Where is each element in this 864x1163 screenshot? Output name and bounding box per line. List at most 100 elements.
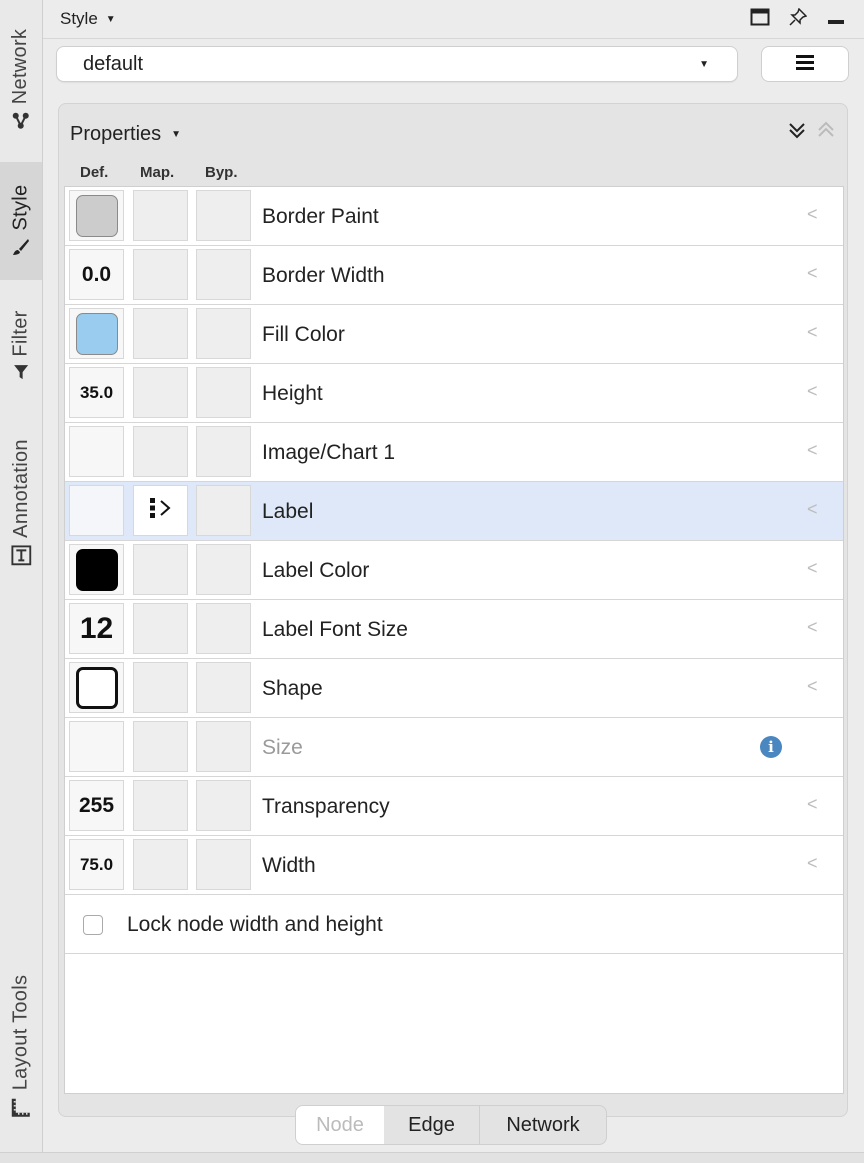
tab-edge[interactable]: Edge xyxy=(384,1106,480,1144)
property-row[interactable]: Shape < xyxy=(65,659,843,718)
default-value-cell[interactable] xyxy=(69,721,124,772)
chevron-left-icon[interactable]: < xyxy=(807,558,818,579)
info-icon[interactable]: i xyxy=(760,736,782,758)
mapping-cell[interactable] xyxy=(133,485,188,536)
property-label: Border Paint xyxy=(262,205,379,228)
bypass-cell[interactable] xyxy=(196,780,251,831)
bypass-cell[interactable] xyxy=(196,839,251,890)
options-menu-button[interactable] xyxy=(761,46,849,82)
bypass-cell[interactable] xyxy=(196,367,251,418)
property-row[interactable]: 12 Label Font Size < xyxy=(65,600,843,659)
default-value-cell[interactable]: 255 xyxy=(69,780,124,831)
chevron-left-icon[interactable]: < xyxy=(807,204,818,225)
tab-network[interactable]: Network xyxy=(480,1106,606,1144)
side-tab-annotation[interactable]: Annotation xyxy=(0,418,42,588)
bypass-cell[interactable] xyxy=(196,308,251,359)
side-tab-layout-tools[interactable]: Layout Tools xyxy=(0,955,42,1140)
object-type-tabs: Node Edge Network xyxy=(295,1105,607,1145)
mapping-cell[interactable] xyxy=(133,544,188,595)
bypass-cell[interactable] xyxy=(196,485,251,536)
panel-title: Style xyxy=(60,9,98,28)
property-row[interactable]: 75.0 Width < xyxy=(65,836,843,895)
properties-panel: Properties ▼ Def. Map. Byp. Border Paint <… xyxy=(58,103,848,1117)
passthrough-mapping-icon xyxy=(148,497,174,524)
chevron-left-icon[interactable]: < xyxy=(807,263,818,284)
property-row[interactable]: Label < xyxy=(65,482,843,541)
properties-table: Border Paint <0.0 Border Width < Fill Color <… xyxy=(64,186,844,1094)
side-tab-layout-tools-label: Layout Tools xyxy=(9,974,32,1091)
hamburger-menu-icon xyxy=(796,53,814,76)
mapping-cell[interactable] xyxy=(133,603,188,654)
bypass-cell[interactable] xyxy=(196,249,251,300)
property-row[interactable]: 35.0 Height < xyxy=(65,364,843,423)
property-row[interactable]: Image/Chart 1 < xyxy=(65,423,843,482)
chevron-left-icon[interactable]: < xyxy=(807,794,818,815)
default-value-cell[interactable]: 35.0 xyxy=(69,367,124,418)
property-row[interactable]: Fill Color < xyxy=(65,305,843,364)
default-value-cell[interactable]: 0.0 xyxy=(69,249,124,300)
pin-icon[interactable] xyxy=(789,7,808,31)
expand-all-icon[interactable] xyxy=(787,120,807,146)
property-label: Height xyxy=(262,382,323,405)
properties-dropdown[interactable]: Properties ▼ xyxy=(70,123,181,146)
mapping-cell[interactable] xyxy=(133,780,188,831)
bypass-cell[interactable] xyxy=(196,544,251,595)
property-label: Label Font Size xyxy=(262,618,408,641)
lock-size-row: Lock node width and height xyxy=(65,895,843,954)
bypass-cell[interactable] xyxy=(196,603,251,654)
chevron-left-icon[interactable]: < xyxy=(807,499,818,520)
default-value-cell[interactable] xyxy=(69,308,124,359)
mapping-cell[interactable] xyxy=(133,367,188,418)
default-value-text: 12 xyxy=(79,611,114,645)
chevron-left-icon[interactable]: < xyxy=(807,440,818,461)
side-tab-network-label: Network xyxy=(9,28,32,104)
text-box-icon xyxy=(11,544,32,570)
chevron-left-icon[interactable]: < xyxy=(807,617,818,638)
chevron-left-icon[interactable]: < xyxy=(807,676,818,697)
default-value-cell[interactable] xyxy=(69,544,124,595)
style-select[interactable]: default ▼ xyxy=(56,46,738,82)
column-header-map: Map. xyxy=(140,164,175,181)
mapping-cell[interactable] xyxy=(133,190,188,241)
property-row[interactable]: 255 Transparency < xyxy=(65,777,843,836)
tab-node[interactable]: Node xyxy=(296,1106,384,1144)
default-value-cell[interactable] xyxy=(69,190,124,241)
property-row[interactable]: 0.0 Border Width < xyxy=(65,246,843,305)
side-tab-style[interactable]: Style xyxy=(0,162,42,280)
default-value-cell[interactable]: 75.0 xyxy=(69,839,124,890)
collapse-all-icon[interactable] xyxy=(816,120,836,146)
lock-size-checkbox[interactable] xyxy=(83,915,103,935)
property-label: Label Color xyxy=(262,559,370,582)
mapping-cell[interactable] xyxy=(133,662,188,713)
bypass-cell[interactable] xyxy=(196,426,251,477)
bypass-cell[interactable] xyxy=(196,662,251,713)
chevron-left-icon[interactable]: < xyxy=(807,853,818,874)
side-tab-network[interactable]: Network xyxy=(0,0,42,160)
property-row[interactable]: Size i xyxy=(65,718,843,777)
funnel-icon xyxy=(13,364,29,385)
default-value-text: 35.0 xyxy=(79,382,114,402)
lock-size-label: Lock node width and height xyxy=(127,913,383,936)
mapping-cell[interactable] xyxy=(133,249,188,300)
chevron-left-icon[interactable]: < xyxy=(807,381,818,402)
bypass-cell[interactable] xyxy=(196,190,251,241)
mapping-cell[interactable] xyxy=(133,308,188,359)
default-value-cell[interactable]: 12 xyxy=(69,603,124,654)
default-value-cell[interactable] xyxy=(69,662,124,713)
bypass-cell[interactable] xyxy=(196,721,251,772)
minimize-icon[interactable] xyxy=(827,8,845,31)
mapping-cell[interactable] xyxy=(133,721,188,772)
side-tab-filter[interactable]: Filter xyxy=(0,290,42,402)
properties-title: Properties xyxy=(70,123,162,145)
mapping-cell[interactable] xyxy=(133,426,188,477)
property-label: Image/Chart 1 xyxy=(262,441,396,464)
property-row[interactable]: Border Paint < xyxy=(65,187,843,246)
mapping-cell[interactable] xyxy=(133,839,188,890)
chevron-left-icon[interactable]: < xyxy=(807,322,818,343)
default-value-cell[interactable] xyxy=(69,485,124,536)
property-row[interactable]: Label Color < xyxy=(65,541,843,600)
maximize-icon[interactable] xyxy=(750,8,770,31)
panel-title-dropdown[interactable]: Style ▼ xyxy=(60,9,116,29)
color-swatch xyxy=(75,194,118,237)
default-value-cell[interactable] xyxy=(69,426,124,477)
